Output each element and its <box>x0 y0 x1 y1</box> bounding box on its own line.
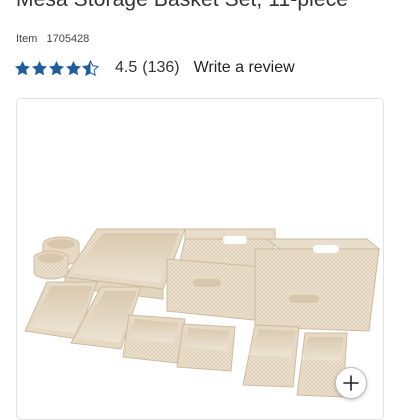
product-title: Mesa Storage Basket Set, 11-piece <box>16 0 348 12</box>
zoom-button[interactable] <box>335 367 367 399</box>
round-cup-bottom <box>33 250 69 280</box>
large-basket-right <box>254 238 381 332</box>
small-bin-3 <box>242 324 300 388</box>
item-number-line: Item 1705428 <box>16 33 89 45</box>
product-image-card[interactable] <box>16 98 384 420</box>
item-number: 1705428 <box>46 33 90 45</box>
write-review-link[interactable]: Write a review <box>194 59 295 77</box>
star-icon <box>66 60 81 75</box>
half-star-icon <box>82 59 99 76</box>
plus-icon <box>343 375 359 391</box>
rating-row: 4.5 (136) Write a review <box>14 57 295 79</box>
star-icon <box>49 60 64 75</box>
rating-stars[interactable] <box>14 59 99 77</box>
star-icon <box>15 60 30 75</box>
rating-count[interactable]: (136) <box>142 59 179 77</box>
item-label: Item <box>16 33 38 45</box>
product-photo[interactable] <box>17 99 383 419</box>
rating-value: 4.5 <box>115 59 138 76</box>
star-icon <box>32 60 47 75</box>
small-bin-2 <box>176 323 236 372</box>
small-bin-1 <box>122 314 186 364</box>
